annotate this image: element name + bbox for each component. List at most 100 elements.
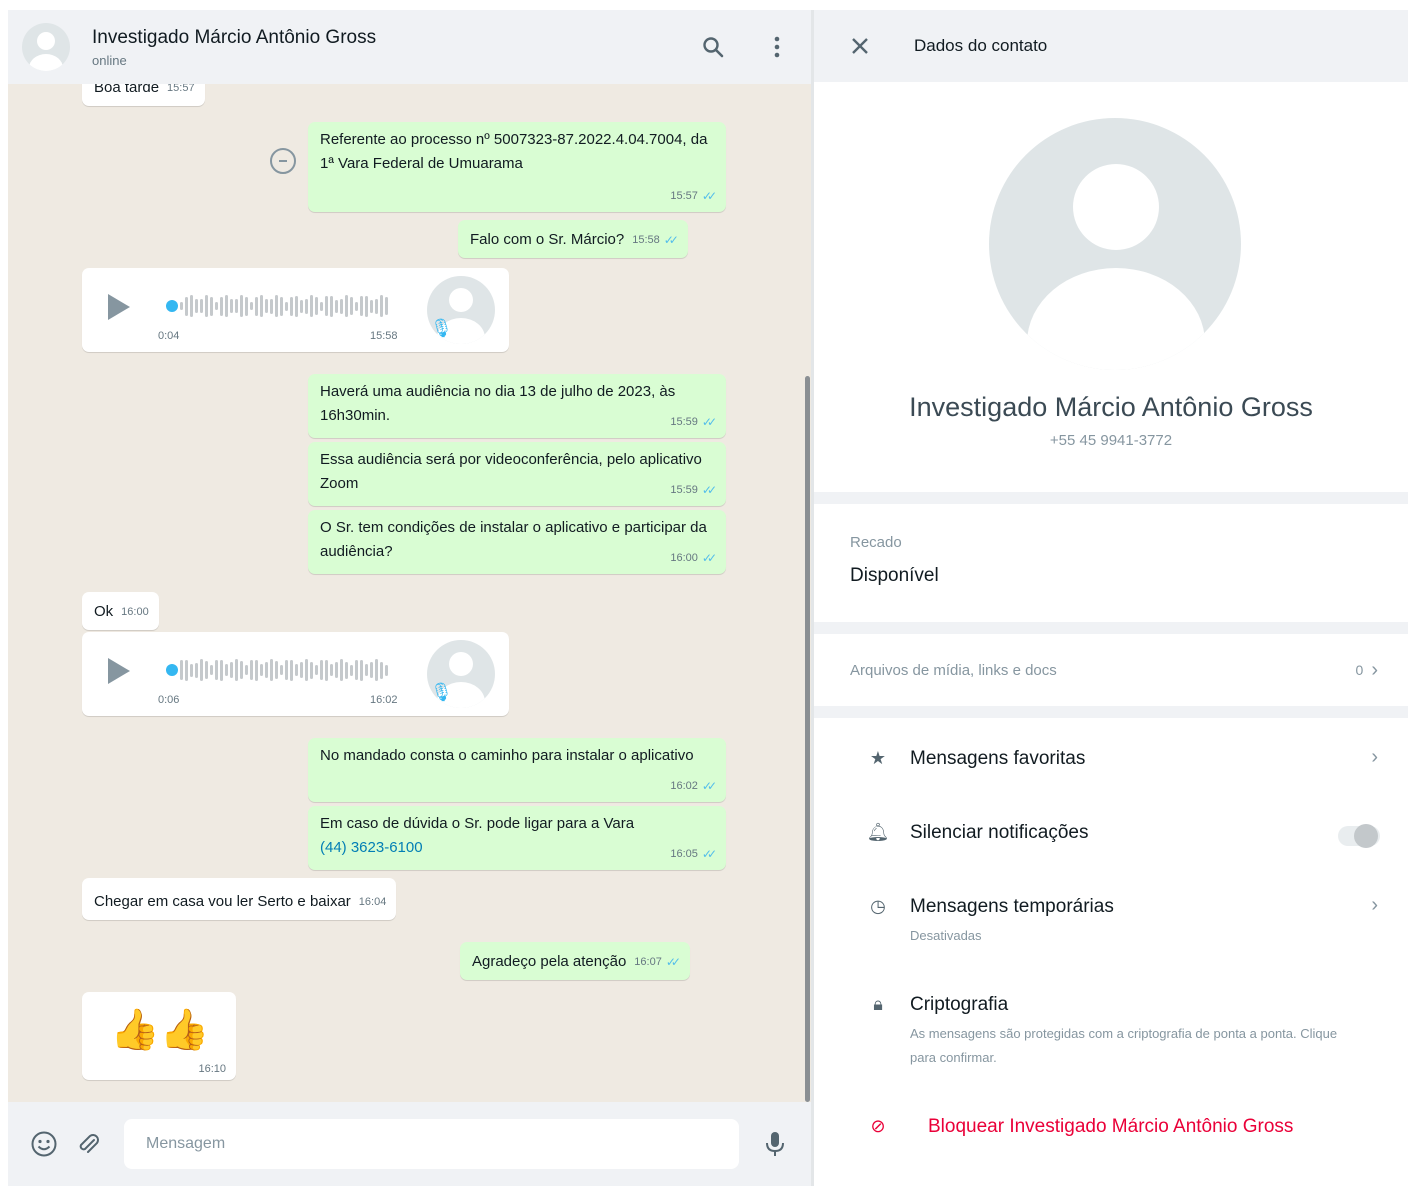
profile-photo[interactable] bbox=[989, 118, 1241, 370]
waveform-bar bbox=[240, 295, 243, 317]
option-sublabel: As mensagens são protegidas com a cripto… bbox=[910, 1026, 1338, 1065]
waveform-bar bbox=[330, 664, 333, 676]
message-outgoing[interactable]: Em caso de dúvida o Sr. pode ligar para … bbox=[308, 806, 726, 870]
waveform-bar bbox=[275, 661, 278, 679]
message-text: Ok bbox=[94, 603, 114, 620]
waveform-bar bbox=[325, 659, 328, 681]
waveform-bar bbox=[265, 299, 268, 313]
search-icon[interactable] bbox=[693, 27, 733, 67]
option-mute-notifications[interactable]: 🔔︎ Silenciar notificações bbox=[814, 814, 1408, 862]
waveform-bar bbox=[355, 301, 358, 311]
message-text: Falo com o Sr. Márcio? bbox=[470, 231, 625, 248]
waveform-bar bbox=[210, 296, 213, 316]
menu-icon[interactable] bbox=[757, 27, 797, 67]
audio-seek-handle[interactable] bbox=[166, 664, 178, 676]
waveform-bar bbox=[260, 664, 263, 676]
message-time: 16:07 bbox=[634, 956, 662, 968]
message-time: 15:58 bbox=[370, 330, 398, 342]
message-outgoing[interactable]: O Sr. tem condições de instalar o aplica… bbox=[308, 510, 726, 574]
message-time: 16:00 bbox=[121, 606, 149, 618]
message-text: Haverá uma audiência no dia 13 de julho … bbox=[320, 383, 676, 424]
mute-toggle[interactable] bbox=[1338, 824, 1380, 848]
attach-icon[interactable] bbox=[66, 1122, 110, 1166]
audio-duration: 0:04 bbox=[158, 330, 180, 342]
chat-header[interactable]: Investigado Márcio Antônio Gross online bbox=[8, 10, 811, 84]
mic-icon[interactable] bbox=[753, 1122, 797, 1166]
message-input[interactable] bbox=[124, 1119, 739, 1169]
about-value: Disponível bbox=[850, 565, 939, 586]
forward-icon[interactable] bbox=[270, 148, 296, 174]
message-text: Essa audiência será por videoconferência… bbox=[320, 451, 702, 492]
timer-icon: ◷ bbox=[870, 896, 886, 916]
waveform-bar bbox=[270, 298, 273, 314]
waveform-bar bbox=[235, 659, 238, 681]
waveform-bar bbox=[205, 295, 208, 317]
close-icon[interactable] bbox=[842, 28, 878, 64]
double-check-icon: ✓✓ bbox=[665, 955, 681, 969]
waveform-bar bbox=[185, 296, 188, 316]
audio-waveform[interactable] bbox=[180, 656, 392, 684]
message-time: 15:59 bbox=[670, 416, 698, 428]
waveform-bar bbox=[350, 664, 353, 676]
waveform-bar bbox=[315, 665, 318, 675]
chevron-right-icon: › bbox=[1371, 658, 1378, 681]
message-text: Chegar em casa vou ler Serto e baixar bbox=[94, 893, 351, 910]
option-disappearing-messages[interactable]: ◷ Mensagens temporárias Desativadas › bbox=[814, 888, 1408, 948]
waveform-bar bbox=[285, 301, 288, 311]
message-outgoing[interactable]: Essa audiência será por videoconferência… bbox=[308, 442, 726, 506]
option-starred-messages[interactable]: ★ Mensagens favoritas › bbox=[814, 740, 1408, 788]
emoji-icon[interactable] bbox=[22, 1122, 66, 1166]
phone-link[interactable]: (44) 3623-6100 bbox=[320, 839, 423, 856]
option-block-contact[interactable]: ⊘ Bloquear Investigado Márcio Antônio Gr… bbox=[814, 1108, 1408, 1156]
message-time: 15:58 bbox=[632, 234, 660, 246]
waveform-bar bbox=[295, 295, 298, 317]
message-incoming-emoji[interactable]: 👍👍 16:10 bbox=[82, 992, 236, 1080]
waveform-bar bbox=[280, 665, 283, 675]
media-links-docs-row[interactable]: Arquivos de mídia, links e docs 0 › bbox=[814, 634, 1408, 706]
audio-waveform[interactable] bbox=[180, 292, 392, 320]
message-outgoing[interactable]: Falo com o Sr. Márcio? 15:58 ✓✓ bbox=[458, 220, 688, 258]
panel-title: Dados do contato bbox=[914, 36, 1048, 55]
audio-message[interactable]: 0:06 16:02 🎙 bbox=[82, 632, 509, 716]
block-icon: ⊘ bbox=[870, 1116, 886, 1136]
double-check-icon: ✓✓ bbox=[701, 779, 717, 793]
avatar[interactable] bbox=[22, 23, 70, 71]
waveform-bar bbox=[310, 295, 313, 317]
play-icon[interactable] bbox=[108, 658, 130, 684]
play-icon[interactable] bbox=[108, 294, 130, 320]
waveform-bar bbox=[300, 299, 303, 313]
waveform-bar bbox=[335, 299, 338, 313]
option-encryption[interactable]: 🔒︎ Criptografia As mensagens são protegi… bbox=[814, 986, 1408, 1076]
waveform-bar bbox=[380, 295, 383, 317]
waveform-bar bbox=[225, 664, 228, 676]
chevron-right-icon: › bbox=[1371, 894, 1378, 916]
waveform-bar bbox=[210, 665, 213, 675]
double-check-icon: ✓✓ bbox=[701, 415, 717, 429]
waveform-bar bbox=[265, 662, 268, 678]
message-outgoing[interactable]: No mandado consta o caminho para instala… bbox=[308, 738, 726, 802]
message-incoming[interactable]: Chegar em casa vou ler Serto e baixar 16… bbox=[82, 878, 397, 920]
waveform-bar bbox=[345, 295, 348, 317]
message-outgoing[interactable]: Haverá uma audiência no dia 13 de julho … bbox=[308, 374, 726, 438]
message-outgoing[interactable]: Referente ao processo nº 5007323-87.2022… bbox=[308, 122, 726, 212]
profile-name: Investigado Márcio Antônio Gross bbox=[909, 392, 1313, 422]
waveform-bar bbox=[375, 659, 378, 681]
waveform-bar bbox=[305, 659, 308, 681]
option-label: Criptografia bbox=[910, 994, 1009, 1015]
scrollbar[interactable] bbox=[805, 376, 810, 1102]
waveform-bar bbox=[320, 660, 323, 680]
message-incoming[interactable]: Boa tarde 15:57 bbox=[82, 84, 205, 106]
profile-phone: +55 45 9941-3772 bbox=[1049, 432, 1173, 449]
chat-header-text[interactable]: Investigado Márcio Antônio Gross online bbox=[92, 27, 669, 68]
chat-pane: Investigado Márcio Antônio Gross online … bbox=[8, 10, 811, 1186]
waveform-bar bbox=[360, 659, 363, 681]
audio-message[interactable]: 0:04 15:58 🎙 bbox=[82, 268, 509, 352]
message-list[interactable]: Boa tarde 15:57 Referente ao processo nº… bbox=[8, 84, 811, 1102]
audio-seek-handle[interactable] bbox=[166, 300, 178, 312]
option-label: Mensagens temporárias bbox=[910, 896, 1114, 917]
message-outgoing[interactable]: Agradeço pela atenção 16:07 ✓✓ bbox=[460, 942, 690, 980]
message-incoming[interactable]: Ok 16:00 bbox=[82, 592, 159, 630]
waveform-bar bbox=[290, 296, 293, 316]
waveform-bar bbox=[385, 664, 388, 676]
waveform-bar bbox=[250, 302, 253, 310]
